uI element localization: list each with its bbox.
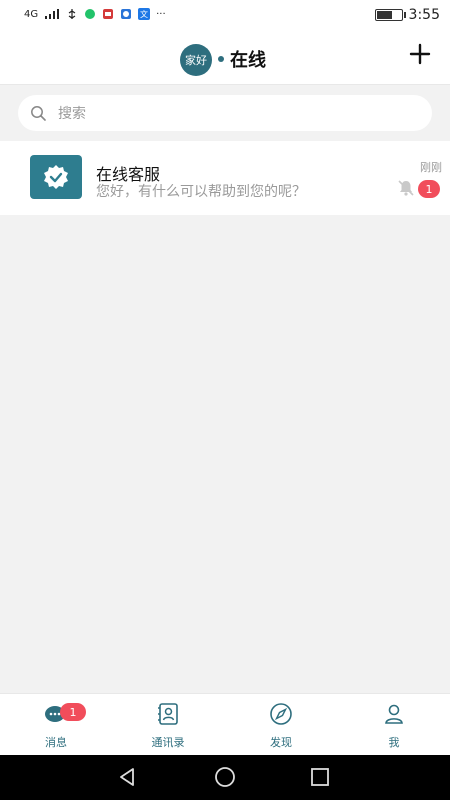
profile-icon (385, 704, 403, 724)
status-left: 4G 文 ··· (24, 8, 166, 20)
svg-text:文: 文 (140, 9, 148, 19)
red-app-icon (103, 9, 114, 19)
status-bar: 4G 文 ··· 3:55 (0, 0, 450, 32)
nav-label-discover: 发现 (270, 736, 292, 749)
online-status-dot (218, 56, 224, 62)
nav-contacts[interactable]: 通讯录 (112, 694, 224, 756)
more-notifications: ··· (156, 8, 166, 20)
search-icon (31, 106, 46, 121)
signal-icon (45, 9, 60, 19)
nav-discover[interactable]: 发现 (225, 694, 337, 756)
nav-messages[interactable]: 1 消息 (0, 694, 112, 756)
search-input[interactable]: 搜索 (58, 103, 86, 123)
search-bar[interactable]: 搜索 (18, 95, 432, 131)
mute-bell-icon (398, 180, 414, 196)
status-right: 3:55 (374, 7, 440, 23)
contacts-icon (158, 703, 178, 725)
wechat-icon (85, 9, 96, 19)
usb-icon (68, 9, 76, 19)
recents-icon[interactable] (309, 766, 331, 788)
network-indicator: 4G (24, 8, 39, 20)
chat-avatar (30, 155, 82, 199)
avatar[interactable]: 家好 (180, 44, 212, 76)
avatar-text: 家好 (185, 54, 207, 67)
bottom-nav: 1 消息 通讯录 发现 我 (0, 693, 450, 756)
verified-badge-icon (44, 165, 68, 189)
add-button[interactable] (408, 42, 432, 72)
app-header: 家好 在线 (0, 32, 450, 85)
chat-list-item[interactable]: 在线客服 您好，有什么可以帮助到您的呢？ 刚刚 1 (0, 141, 450, 215)
battery-icon (374, 9, 406, 21)
messages-badge: 1 (60, 703, 86, 721)
home-icon[interactable] (214, 766, 236, 788)
blue-app-icon (121, 9, 132, 19)
back-icon[interactable] (116, 766, 138, 788)
status-time: 3:55 (408, 7, 440, 23)
nav-label-messages: 消息 (45, 736, 67, 749)
page-title: 在线 (230, 50, 266, 71)
chat-preview: 您好，有什么可以帮助到您的呢？ (96, 184, 306, 200)
chat-time: 刚刚 (420, 161, 442, 174)
nav-label-contacts: 通讯录 (151, 736, 185, 749)
compass-icon (270, 703, 292, 725)
unread-badge: 1 (418, 180, 440, 198)
translate-icon: 文 (138, 8, 151, 20)
nav-label-me: 我 (388, 736, 400, 749)
plus-icon (409, 43, 431, 65)
system-nav-bar (0, 755, 450, 800)
nav-me[interactable]: 我 (338, 694, 450, 756)
